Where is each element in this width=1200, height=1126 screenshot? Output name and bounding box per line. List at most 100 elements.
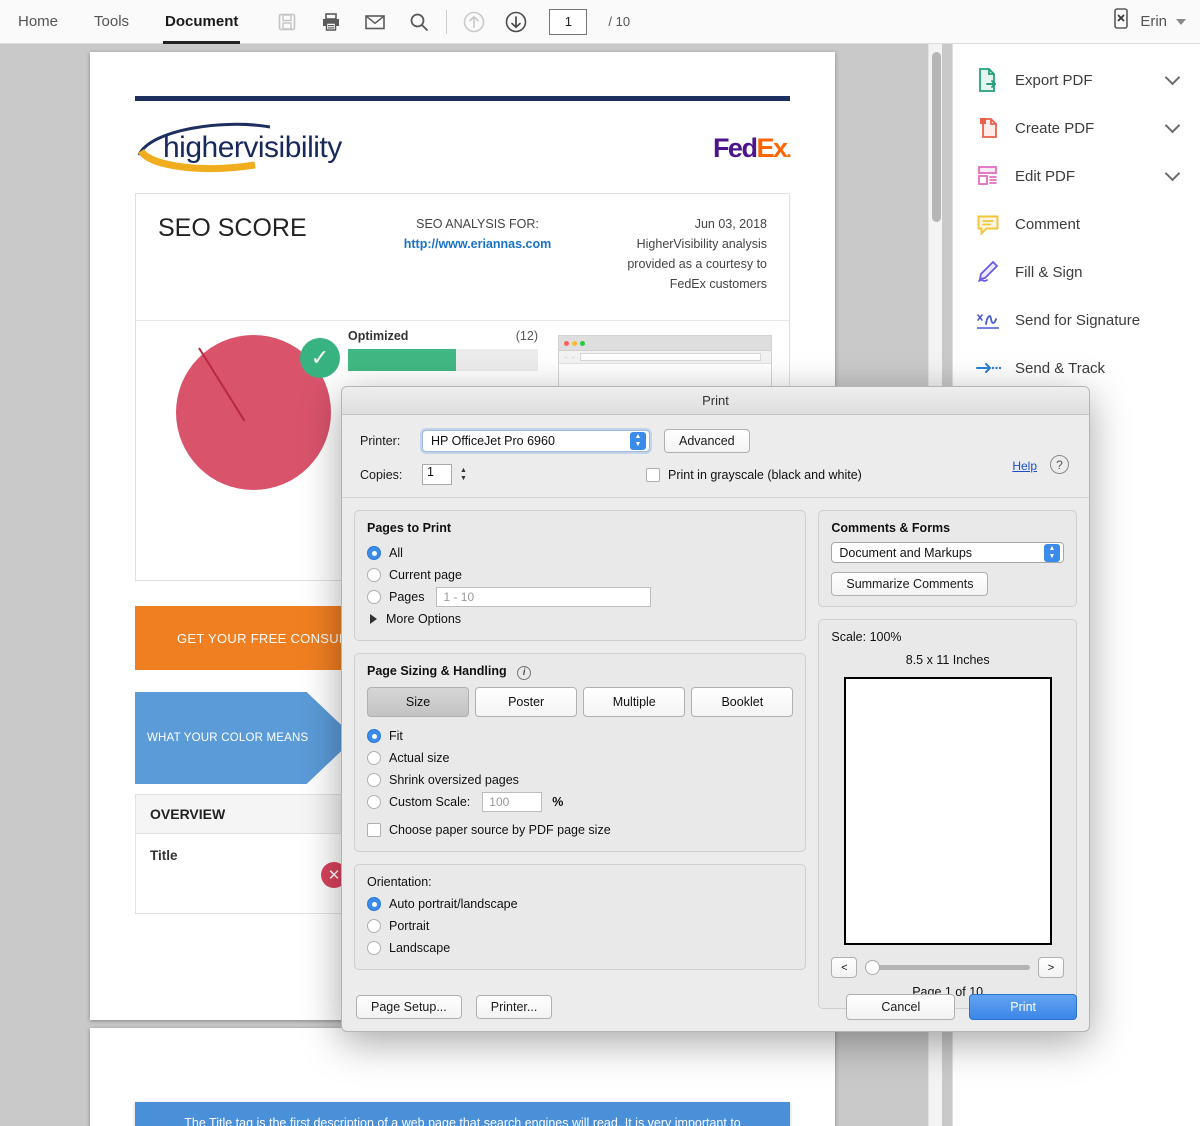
rail-label-send-signature: Send for Signature bbox=[1015, 311, 1141, 329]
slider-knob[interactable] bbox=[865, 960, 881, 975]
orientation-title: Orientation: bbox=[367, 874, 432, 889]
print-button[interactable]: Print bbox=[969, 994, 1077, 1020]
chevron-down-icon-edit[interactable] bbox=[1164, 165, 1181, 182]
preview-page-slider[interactable] bbox=[865, 960, 1030, 975]
pages-range-input[interactable]: 1 - 10 bbox=[436, 587, 652, 607]
rail-item-create-pdf[interactable]: Create PDF bbox=[953, 104, 1200, 152]
comments-forms-select[interactable]: Document and Markups ▲ ▼ bbox=[831, 542, 1064, 563]
advanced-button[interactable]: Advanced bbox=[664, 429, 750, 453]
rail-item-export-pdf[interactable]: Export PDF bbox=[953, 56, 1200, 104]
question-circle-icon[interactable]: ? bbox=[1050, 455, 1069, 474]
sizing-option-fit[interactable]: Fit bbox=[367, 725, 793, 747]
preview-next-button[interactable]: > bbox=[1038, 957, 1064, 978]
sizing-option-shrink[interactable]: Shrink oversized pages bbox=[367, 769, 793, 791]
chevron-down-icon[interactable] bbox=[1176, 18, 1186, 25]
user-menu-label[interactable]: Erin bbox=[1140, 13, 1167, 30]
custom-scale-input[interactable]: 100 bbox=[482, 791, 543, 812]
comments-select-stepper-icon[interactable]: ▲ ▼ bbox=[1044, 543, 1060, 562]
printer-select[interactable]: HP OfficeJet Pro 6960 ▲ ▼ bbox=[422, 430, 650, 452]
preview-prev-button[interactable]: < bbox=[831, 957, 858, 978]
page-dimensions-label: 8.5 x 11 Inches bbox=[905, 653, 990, 667]
copies-stepper-icon[interactable]: ▲ ▼ bbox=[457, 464, 470, 485]
fedex-fed: Fed bbox=[712, 132, 758, 163]
pages-option-all[interactable]: All bbox=[367, 542, 793, 564]
page-sizing-title: Page Sizing & Handling i bbox=[367, 664, 793, 680]
printer-select-stepper-icon[interactable]: ▲ ▼ bbox=[630, 432, 646, 450]
radio-auto-orientation[interactable] bbox=[367, 896, 381, 911]
segment-size[interactable]: Size bbox=[367, 686, 470, 717]
more-options-toggle[interactable]: More Options bbox=[367, 608, 793, 630]
menu-tab-tools[interactable]: Tools bbox=[76, 0, 147, 44]
courtesy-line-2: provided as a courtesy to bbox=[627, 257, 767, 271]
fedex-ex: Ex bbox=[756, 132, 788, 163]
rail-label-edit-pdf: Edit PDF bbox=[1015, 167, 1076, 185]
pages-option-current[interactable]: Current page bbox=[367, 564, 793, 586]
brand-row: highervisibility FedEx. bbox=[135, 121, 791, 175]
mock-dot-green bbox=[580, 340, 585, 346]
page-setup-button[interactable]: Page Setup... bbox=[356, 995, 462, 1019]
segment-multiple[interactable]: Multiple bbox=[583, 686, 686, 717]
info-icon[interactable]: i bbox=[517, 665, 532, 680]
copies-label: Copies: bbox=[360, 467, 403, 482]
pages-option-range[interactable]: Pages 1 - 10 bbox=[367, 586, 793, 608]
label-pages: Pages bbox=[389, 590, 425, 604]
dialog-title: Print bbox=[342, 387, 1089, 415]
segment-poster[interactable]: Poster bbox=[475, 686, 578, 717]
save-icon[interactable] bbox=[272, 7, 302, 37]
triangle-right-icon bbox=[370, 614, 377, 624]
pages-to-print-title: Pages to Print bbox=[367, 521, 452, 535]
comments-forms-title: Comments & Forms bbox=[831, 521, 951, 535]
label-custom-scale: Custom Scale: bbox=[389, 794, 471, 809]
segment-booklet[interactable]: Booklet bbox=[691, 686, 794, 717]
page-sizing-group: Page Sizing & Handling i Size Poster Mul… bbox=[354, 653, 807, 852]
mock-titlebar bbox=[559, 336, 771, 351]
cancel-button[interactable]: Cancel bbox=[846, 994, 956, 1020]
sizing-option-custom[interactable]: Custom Scale: 100 % bbox=[367, 791, 793, 813]
radio-fit[interactable] bbox=[367, 728, 381, 743]
radio-pages[interactable] bbox=[367, 590, 381, 604]
printer-settings-button[interactable]: Printer... bbox=[475, 995, 553, 1019]
mobile-x-icon[interactable] bbox=[1111, 7, 1131, 36]
arrow-down-circle-icon[interactable] bbox=[501, 7, 531, 37]
analysis-url-link[interactable]: http://www.eriannas.com bbox=[404, 237, 551, 251]
scrollbar-thumb[interactable] bbox=[932, 52, 941, 222]
optimized-count: (12) bbox=[515, 329, 538, 343]
rail-item-fill-sign[interactable]: Fill & Sign bbox=[953, 248, 1200, 296]
rail-item-comment[interactable]: Comment bbox=[953, 200, 1200, 248]
menu-tab-home[interactable]: Home bbox=[0, 0, 76, 44]
paper-source-row[interactable]: Choose paper source by PDF page size bbox=[367, 819, 793, 841]
radio-current-page[interactable] bbox=[367, 568, 381, 582]
orientation-option-auto[interactable]: Auto portrait/landscape bbox=[367, 893, 793, 915]
check-circle-icon: ✓ bbox=[300, 338, 340, 378]
page-number-input[interactable]: 1 bbox=[549, 8, 588, 35]
rail-item-send-signature[interactable]: Send for Signature bbox=[953, 296, 1200, 344]
label-current-page: Current page bbox=[389, 568, 462, 582]
grayscale-checkbox[interactable] bbox=[646, 467, 660, 482]
summarize-comments-button[interactable]: Summarize Comments bbox=[831, 572, 989, 596]
sizing-option-actual[interactable]: Actual size bbox=[367, 747, 793, 769]
menu-tab-document[interactable]: Document bbox=[147, 0, 256, 44]
orientation-option-landscape[interactable]: Landscape bbox=[367, 937, 793, 959]
email-icon[interactable] bbox=[360, 7, 390, 37]
radio-all[interactable] bbox=[367, 546, 381, 560]
dialog-body: Pages to Print All Current page Pages 1 … bbox=[342, 498, 1089, 1031]
radio-portrait[interactable] bbox=[367, 918, 381, 933]
help-link[interactable]: Help bbox=[1012, 459, 1037, 473]
print-icon[interactable] bbox=[316, 7, 346, 37]
rail-item-send-track[interactable]: Send & Track bbox=[953, 344, 1200, 392]
label-landscape: Landscape bbox=[389, 940, 451, 955]
radio-actual-size[interactable] bbox=[367, 750, 381, 765]
paper-source-checkbox[interactable] bbox=[367, 822, 381, 837]
label-fit: Fit bbox=[389, 728, 403, 743]
arrow-up-circle-icon[interactable] bbox=[459, 7, 489, 37]
rail-item-edit-pdf[interactable]: Edit PDF bbox=[953, 152, 1200, 200]
radio-landscape[interactable] bbox=[367, 940, 381, 955]
orientation-option-portrait[interactable]: Portrait bbox=[367, 915, 793, 937]
banner-arrow-shape: WHAT YOUR COLOR MEANS bbox=[135, 692, 355, 784]
chevron-down-icon-export[interactable] bbox=[1164, 69, 1181, 86]
radio-shrink-oversized[interactable] bbox=[367, 772, 381, 787]
copies-input[interactable]: 1 bbox=[422, 464, 452, 485]
radio-custom-scale[interactable] bbox=[367, 794, 381, 809]
chevron-down-icon-create[interactable] bbox=[1164, 117, 1181, 134]
search-icon[interactable] bbox=[404, 7, 434, 37]
